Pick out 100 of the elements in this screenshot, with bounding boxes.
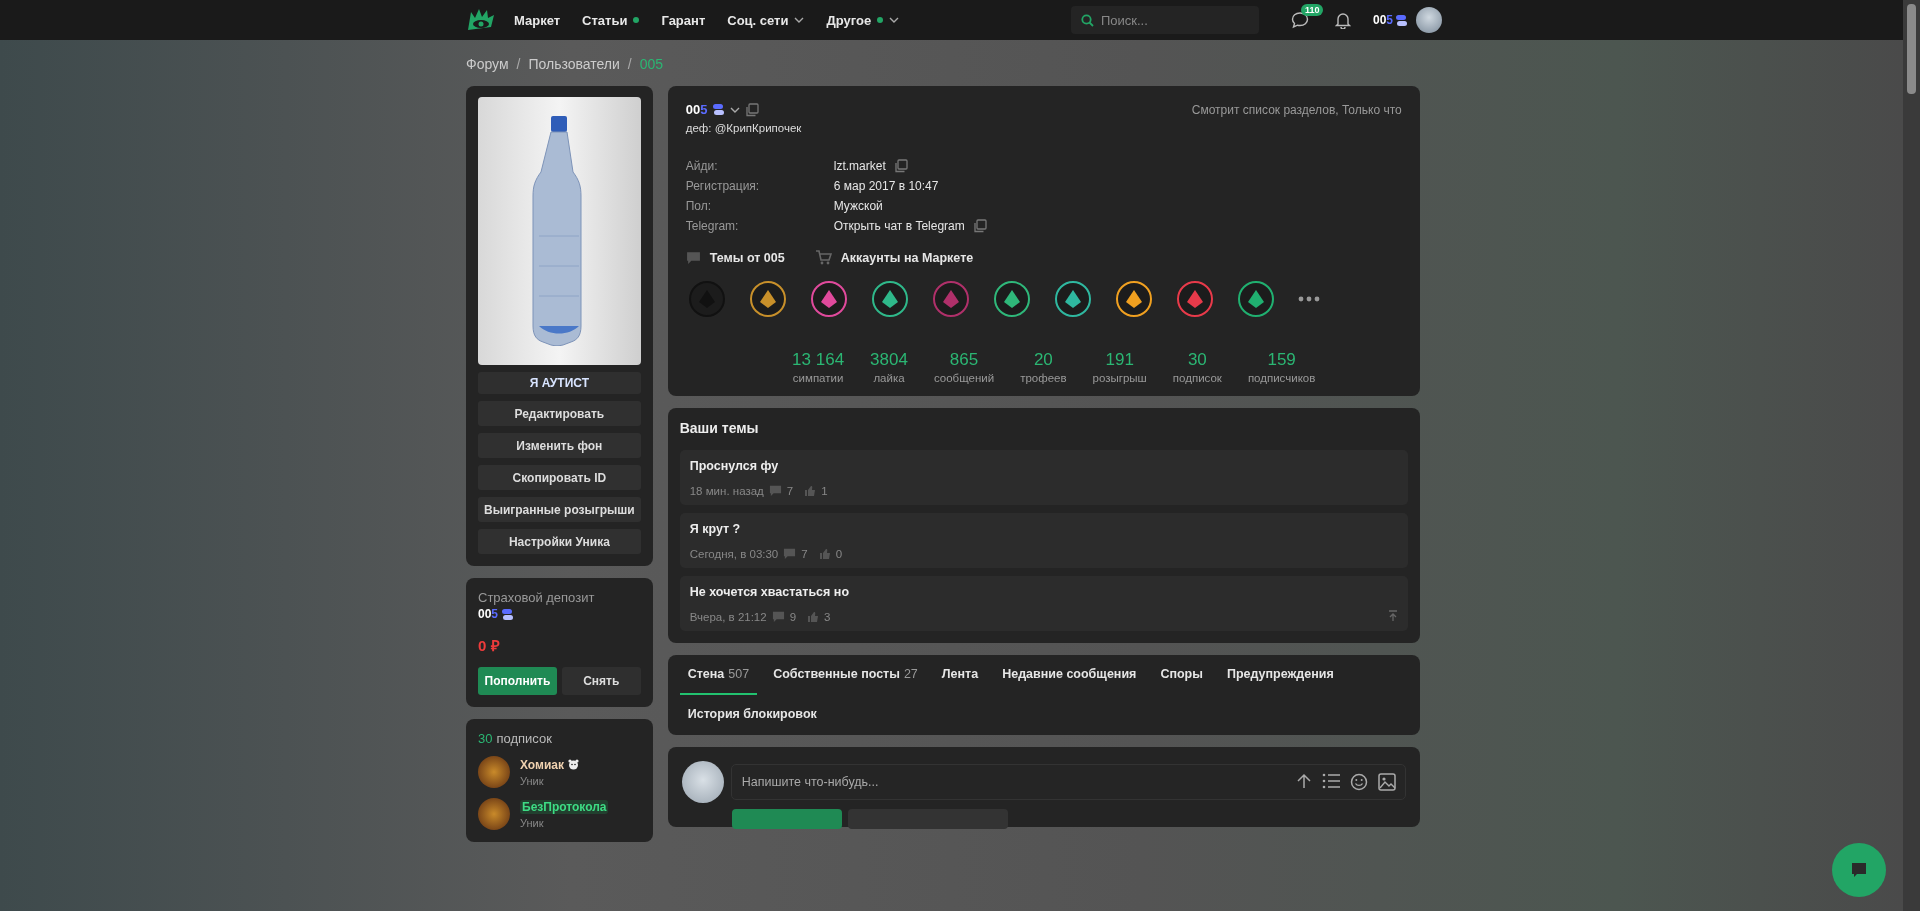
nav-link[interactable]: Соц. сети <box>727 12 805 28</box>
sidebar-button[interactable]: Редактировать <box>478 401 641 426</box>
topic-time: Сегодня, в 03:30 <box>689 547 779 560</box>
emoji-icon[interactable] <box>1349 773 1368 791</box>
topic-item[interactable]: Не хочется хвастаться но Вчера, в 21:12 9 3 <box>679 576 1408 631</box>
comment-field[interactable]: Напишите что-нибудь... <box>730 764 1406 800</box>
stat-counter[interactable]: 191 розыгрыш <box>1092 350 1147 384</box>
sidebar-button[interactable]: Изменить фон <box>478 433 641 458</box>
avatar[interactable] <box>1416 7 1442 33</box>
deposit-label: Страховой депозит <box>478 590 596 605</box>
scroll-top-icon[interactable] <box>1387 610 1398 622</box>
profile-tab[interactable]: Стена 507 <box>679 655 758 695</box>
more-icon[interactable] <box>1297 296 1320 302</box>
copy-icon[interactable] <box>972 219 987 233</box>
stat-counter[interactable]: 20 трофеев <box>1020 350 1067 384</box>
info-value: 6 мар 2017 в 10:47 <box>833 179 939 193</box>
stat-counter[interactable]: 13 164 симпатии <box>792 350 845 384</box>
stat-counter[interactable]: 3804 лайка <box>870 350 908 384</box>
comment-count: 7 <box>801 547 808 560</box>
image-icon[interactable] <box>1377 773 1396 791</box>
topic-title[interactable]: Я крут ? <box>689 522 1398 536</box>
stat-counter[interactable]: 30 подписок <box>1172 350 1222 384</box>
comment-icon <box>771 610 785 623</box>
trophy-badge-icon[interactable] <box>992 280 1031 318</box>
subscription-role: Уник <box>520 816 545 829</box>
trophy-badge-icon[interactable] <box>748 280 787 318</box>
profile-tab[interactable]: Собственные посты 27 <box>765 655 926 695</box>
stat-counter[interactable]: 865 сообщений <box>933 350 995 384</box>
topic-time: Вчера, в 21:12 <box>689 610 767 623</box>
copy-icon[interactable] <box>745 102 760 117</box>
avatar[interactable] <box>478 756 510 788</box>
info-value: lzt.market <box>833 159 886 173</box>
withdraw-button[interactable]: Снять <box>561 667 641 695</box>
comment-icon <box>783 547 797 560</box>
topic-title[interactable]: Не хочется хвастаться но <box>689 585 1398 599</box>
subscription-name[interactable]: БезПротокола <box>520 799 609 814</box>
nav-link[interactable]: Маркет <box>514 12 561 28</box>
user-subtitle: деф: @КрипКрипочек <box>685 122 803 134</box>
username[interactable]: 005 <box>685 102 708 117</box>
profile-tab[interactable]: Лента <box>933 655 987 695</box>
breadcrumb-link[interactable]: Форум <box>466 56 509 72</box>
profile-tab[interactable]: Предупреждения <box>1218 655 1342 695</box>
username[interactable]: 005 <box>478 607 499 621</box>
deposit-button[interactable]: Пополнить <box>478 667 557 695</box>
username[interactable]: 005 <box>1372 13 1393 27</box>
info-label: Регистрация: <box>685 179 761 193</box>
info-value: Мужской <box>833 199 883 213</box>
stat-counter[interactable]: 159 подписчиков <box>1247 350 1316 384</box>
subscriptions-count: 30 <box>478 731 493 746</box>
like-count: 1 <box>821 484 828 497</box>
copy-icon[interactable] <box>893 159 908 173</box>
sidebar-button[interactable]: Выигранные розыгрыши <box>478 497 641 522</box>
subscription-role: Уник <box>520 774 545 787</box>
comment-icon <box>685 250 701 265</box>
pills-icon <box>501 607 515 621</box>
comment-count: 9 <box>789 610 797 623</box>
search-field[interactable]: Поиск... <box>1070 6 1259 34</box>
profile-tab[interactable]: Недавние сообщения <box>994 655 1145 695</box>
nav-link[interactable]: Другое <box>826 12 900 28</box>
logo-icon[interactable] <box>466 8 496 32</box>
breadcrumb-separator: / <box>516 56 521 72</box>
arrow-up-icon[interactable] <box>1295 773 1312 789</box>
topic-item[interactable]: Я крут ? Сегодня, в 03:30 7 0 <box>679 513 1408 568</box>
trophy-badge-icon[interactable] <box>1175 280 1214 318</box>
bell-icon[interactable] <box>1334 11 1351 29</box>
trophy-badge-icon[interactable] <box>870 280 909 318</box>
list-icon[interactable] <box>1321 773 1340 789</box>
nav-link[interactable]: Статьи <box>582 12 640 28</box>
cart-icon <box>814 250 832 265</box>
info-label: Пол: <box>685 199 713 213</box>
activity-status: Смотрит список разделов, Только что <box>1191 102 1402 117</box>
topic-time: 18 мин. назад <box>689 484 764 497</box>
chat-icon[interactable] <box>1290 11 1309 29</box>
profile-link[interactable]: Аккаунты на Маркете <box>814 250 974 265</box>
profile-link[interactable]: Темы от 005 <box>685 250 785 265</box>
like-count: 0 <box>835 547 843 560</box>
info-label: Айди: <box>685 159 719 173</box>
caret-icon[interactable] <box>730 106 741 113</box>
breadcrumb-link[interactable]: Пользователи <box>528 56 620 72</box>
avatar[interactable] <box>478 798 510 830</box>
breadcrumb-separator: / <box>627 56 632 72</box>
topic-item[interactable]: Проснулся фу 18 мин. назад 7 1 <box>679 450 1408 505</box>
subscription-name[interactable]: Хомиак <box>520 757 564 772</box>
user-title: Я АУТИСТ <box>478 372 641 394</box>
topic-title[interactable]: Проснулся фу <box>689 459 1398 473</box>
caret-icon[interactable] <box>889 17 900 23</box>
trophy-badge-icon[interactable] <box>1053 280 1092 318</box>
scrollbar[interactable] <box>1903 0 1920 911</box>
info-value: Открыть чат в Telegram <box>833 219 965 233</box>
trophy-badge-icon[interactable] <box>1114 280 1153 318</box>
nav-link[interactable]: Гарант <box>661 12 706 28</box>
trophy-badge-icon[interactable] <box>809 280 848 318</box>
sidebar-button[interactable]: Скопировать ID <box>478 465 641 490</box>
search-icon <box>1080 14 1094 27</box>
pills-icon <box>1395 13 1408 27</box>
profile-tab[interactable]: Споры <box>1152 655 1211 695</box>
profile-tab[interactable]: История блокировок <box>679 695 825 735</box>
sidebar-button[interactable]: Настройки Уника <box>478 529 641 554</box>
trophy-badge-icon[interactable] <box>1236 280 1275 318</box>
caret-icon[interactable] <box>794 17 805 23</box>
